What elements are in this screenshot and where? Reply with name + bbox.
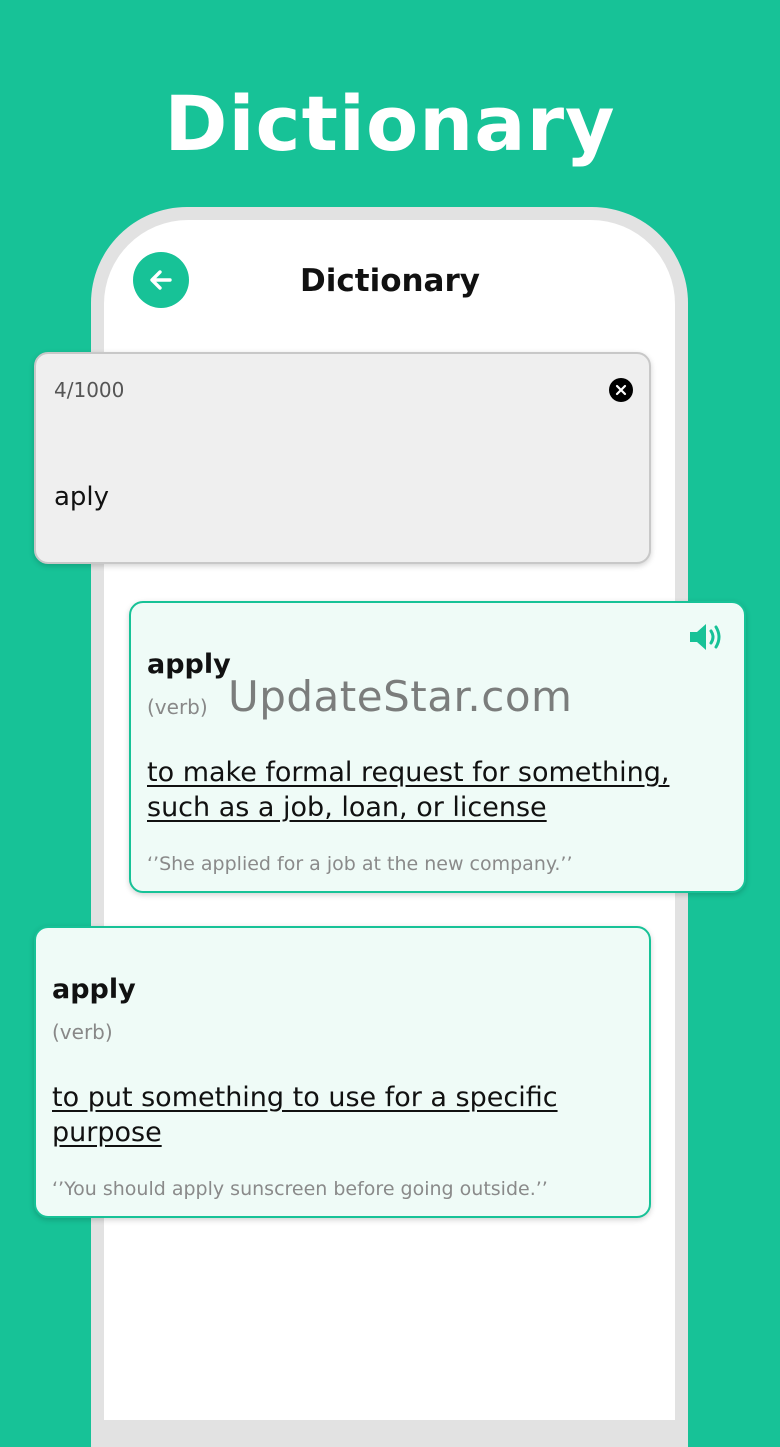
character-counter: 4/1000 — [54, 378, 125, 402]
part-of-speech: (verb) — [52, 1020, 113, 1044]
example-sentence: ‘’She applied for a job at the new compa… — [147, 853, 573, 875]
speaker-icon[interactable] — [688, 621, 724, 653]
example-sentence: ‘’You should apply sunscreen before goin… — [52, 1178, 548, 1200]
watermark: UpdateStar.com — [228, 672, 573, 721]
clear-button[interactable] — [609, 378, 633, 402]
close-icon — [615, 384, 627, 396]
promo-headline: Dictionary — [164, 79, 616, 168]
search-input-card[interactable]: 4/1000 aply — [34, 352, 651, 564]
definition-card: apply (verb) to make formal request for … — [129, 601, 746, 893]
definition-word: apply — [52, 974, 136, 1005]
arrow-left-icon — [150, 270, 172, 290]
definition-card: apply (verb) to put something to use for… — [34, 926, 651, 1218]
part-of-speech: (verb) — [147, 695, 208, 719]
definition-text[interactable]: to put something to use for a specific p… — [52, 1080, 612, 1150]
back-button[interactable] — [133, 252, 189, 308]
definition-word: apply — [147, 649, 231, 680]
definition-text[interactable]: to make formal request for something, su… — [147, 755, 707, 825]
screen-title: Dictionary — [300, 263, 480, 299]
search-query-text[interactable]: aply — [54, 482, 109, 512]
